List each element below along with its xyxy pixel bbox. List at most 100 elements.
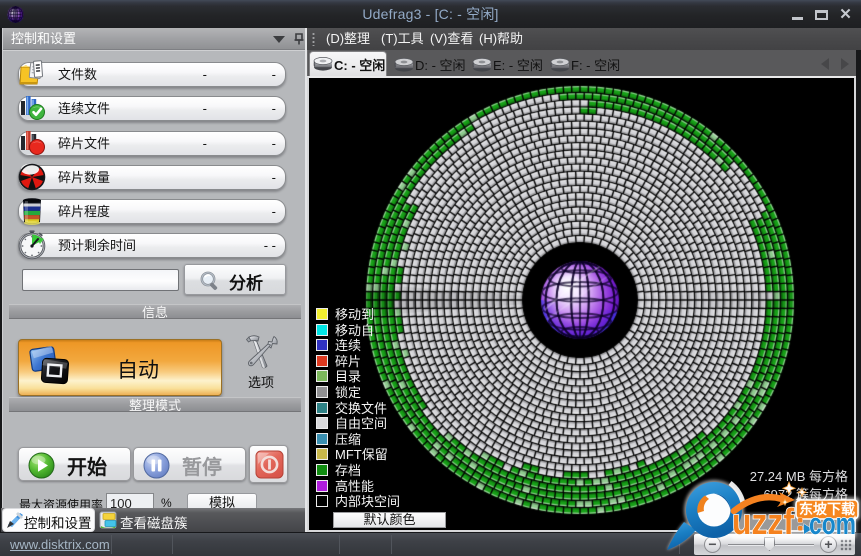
drive-tabbar: C: - 空闲 D: - 空闲 E: - 空闲 F: - 空闲 — [307, 50, 856, 76]
menu-help[interactable]: (H)帮助 — [479, 28, 523, 50]
analyze-button[interactable]: 分析 — [184, 264, 286, 295]
legend-swatch — [316, 355, 328, 367]
start-label: 开始 — [67, 451, 107, 480]
maximize-icon — [815, 10, 828, 20]
tab-view-clusters-label: 查看磁盘簇 — [120, 512, 188, 532]
watermark-word: uzzf — [732, 501, 795, 542]
disk-block-map[interactable] — [309, 78, 854, 530]
legend-label: 内部块空间 — [335, 494, 400, 509]
tab-drive-f[interactable]: F: - 空闲 — [547, 53, 622, 76]
legend-label: 高性能 — [335, 479, 374, 494]
options-label: 选项 — [225, 372, 297, 391]
magnifier-icon — [198, 269, 222, 293]
resource-unit: % — [161, 496, 172, 508]
legend-label: MFT保留 — [335, 447, 388, 462]
drive-icon — [550, 57, 570, 72]
stop-button[interactable] — [249, 445, 288, 483]
legend-label: 压缩 — [335, 432, 361, 447]
statusbar-separator — [339, 535, 340, 554]
menu-drag-grip[interactable] — [312, 32, 315, 46]
stat-percent: - — [272, 132, 276, 156]
disktrix-link[interactable]: www.disktrix.com — [10, 537, 110, 552]
drive-tab-label: C: - 空闲 — [334, 55, 385, 74]
stat-label: 连续文件 — [58, 97, 110, 121]
legend-swatch — [316, 417, 328, 429]
menu-view[interactable]: (V)查看 — [430, 28, 473, 50]
menu-tools[interactable]: (T)工具 — [381, 28, 424, 50]
menu-defrag[interactable]: (D)整理 — [326, 28, 370, 50]
legend-swatch — [316, 464, 328, 476]
stat-label: 碎片程度 — [58, 200, 110, 224]
tab-drive-e[interactable]: E: - 空闲 — [469, 53, 544, 76]
stat-row-1[interactable]: 文件数 - - — [18, 62, 286, 87]
auto-button[interactable]: 自动 — [18, 339, 222, 396]
stat-label: 碎片文件 — [58, 132, 110, 156]
stat-row-5[interactable]: 碎片程度 - — [18, 199, 286, 224]
sidebar-body: 文件数 - - 连续文件 - - 碎片文件 - - 碎片数量 - — [3, 50, 307, 508]
menu-bar: (D)整理 (T)工具 (V)查看 (H)帮助 — [307, 28, 861, 50]
uzzf-watermark: 东坡下载 uzzf com — [650, 468, 861, 556]
tab-drive-c[interactable]: C: - 空闲 — [309, 51, 387, 76]
tab-control-settings-label: 控制和设置 — [24, 512, 92, 532]
simulate-button[interactable]: 模拟 — [187, 493, 257, 508]
drive-tab-label: F: - 空闲 — [571, 55, 620, 74]
resource-label: 最大资源使用率 — [19, 496, 103, 508]
legend-label: 存档 — [335, 463, 361, 478]
resource-row: 最大资源使用率 % 模拟 — [3, 493, 307, 508]
drive-icon — [472, 57, 492, 72]
watermark-suffix: com — [809, 506, 856, 541]
legend-swatch — [316, 324, 328, 336]
close-button[interactable]: ✕ — [836, 7, 855, 22]
pause-label: 暂停 — [182, 451, 222, 480]
stop-icon — [255, 450, 284, 479]
control-settings-icon — [6, 511, 25, 529]
tab-control-settings[interactable]: 控制和设置 — [3, 509, 94, 531]
legend-label: 碎片 — [335, 354, 361, 369]
legend-swatch — [316, 370, 328, 382]
drive-icon — [394, 57, 414, 72]
tab-scroll-left-icon[interactable] — [821, 58, 829, 70]
fragmentation-icon — [17, 196, 47, 226]
stat-value: - — [203, 63, 207, 87]
auto-label: 自动 — [55, 354, 221, 384]
legend-label: 锁定 — [335, 385, 361, 400]
options-icon[interactable] — [241, 334, 281, 372]
sidebar-title: 控制和设置 — [11, 28, 76, 50]
stat-row-4[interactable]: 碎片数量 - — [18, 165, 286, 190]
stat-value: - — [203, 132, 207, 156]
stat-percent: - — [272, 97, 276, 121]
tab-scroll-right-icon[interactable] — [841, 58, 849, 70]
stat-percent: - — [272, 166, 276, 190]
drive-icon — [313, 56, 333, 71]
default-colors-button[interactable]: 默认颜色 — [333, 512, 446, 528]
stat-row-2[interactable]: 连续文件 - - — [18, 96, 286, 121]
stat-percent: - - — [264, 234, 276, 258]
analyze-label: 分析 — [229, 269, 263, 294]
maximize-button[interactable] — [813, 7, 832, 22]
legend-swatch — [316, 495, 328, 507]
title-bar: Udefrag3 - [C: - 空闲] ✕ — [0, 0, 861, 28]
legend-swatch — [316, 480, 328, 492]
legend-label: 移动到 — [335, 307, 374, 322]
fragmented-files-icon — [17, 128, 47, 158]
defrag-mode-bar: 整理模式 — [9, 397, 301, 412]
chevron-down-icon[interactable] — [273, 36, 285, 43]
analyze-input[interactable] — [22, 269, 179, 291]
resource-input[interactable] — [106, 493, 154, 508]
play-icon — [28, 452, 55, 479]
legend-swatch — [316, 386, 328, 398]
minimize-button[interactable] — [789, 7, 808, 22]
tab-view-clusters[interactable]: 查看磁盘簇 — [97, 509, 187, 531]
start-button[interactable]: 开始 — [18, 447, 131, 481]
pause-button[interactable]: 暂停 — [133, 447, 246, 481]
stat-row-3[interactable]: 碎片文件 - - — [18, 131, 286, 156]
tab-drive-d[interactable]: D: - 空闲 — [391, 53, 466, 76]
legend-swatch — [316, 339, 328, 351]
minimize-icon — [792, 17, 803, 20]
legend-label: 交换文件 — [335, 401, 387, 416]
window-title: Udefrag3 - [C: - 空闲] — [0, 0, 861, 28]
main-area: (D)整理 (T)工具 (V)查看 (H)帮助 C: - 空闲 D: - 空闲 … — [307, 28, 856, 532]
drive-tab-label: D: - 空闲 — [415, 55, 466, 74]
fragment-count-icon — [17, 162, 47, 192]
stat-row-6[interactable]: 预计剩余时间 - - — [18, 233, 286, 258]
